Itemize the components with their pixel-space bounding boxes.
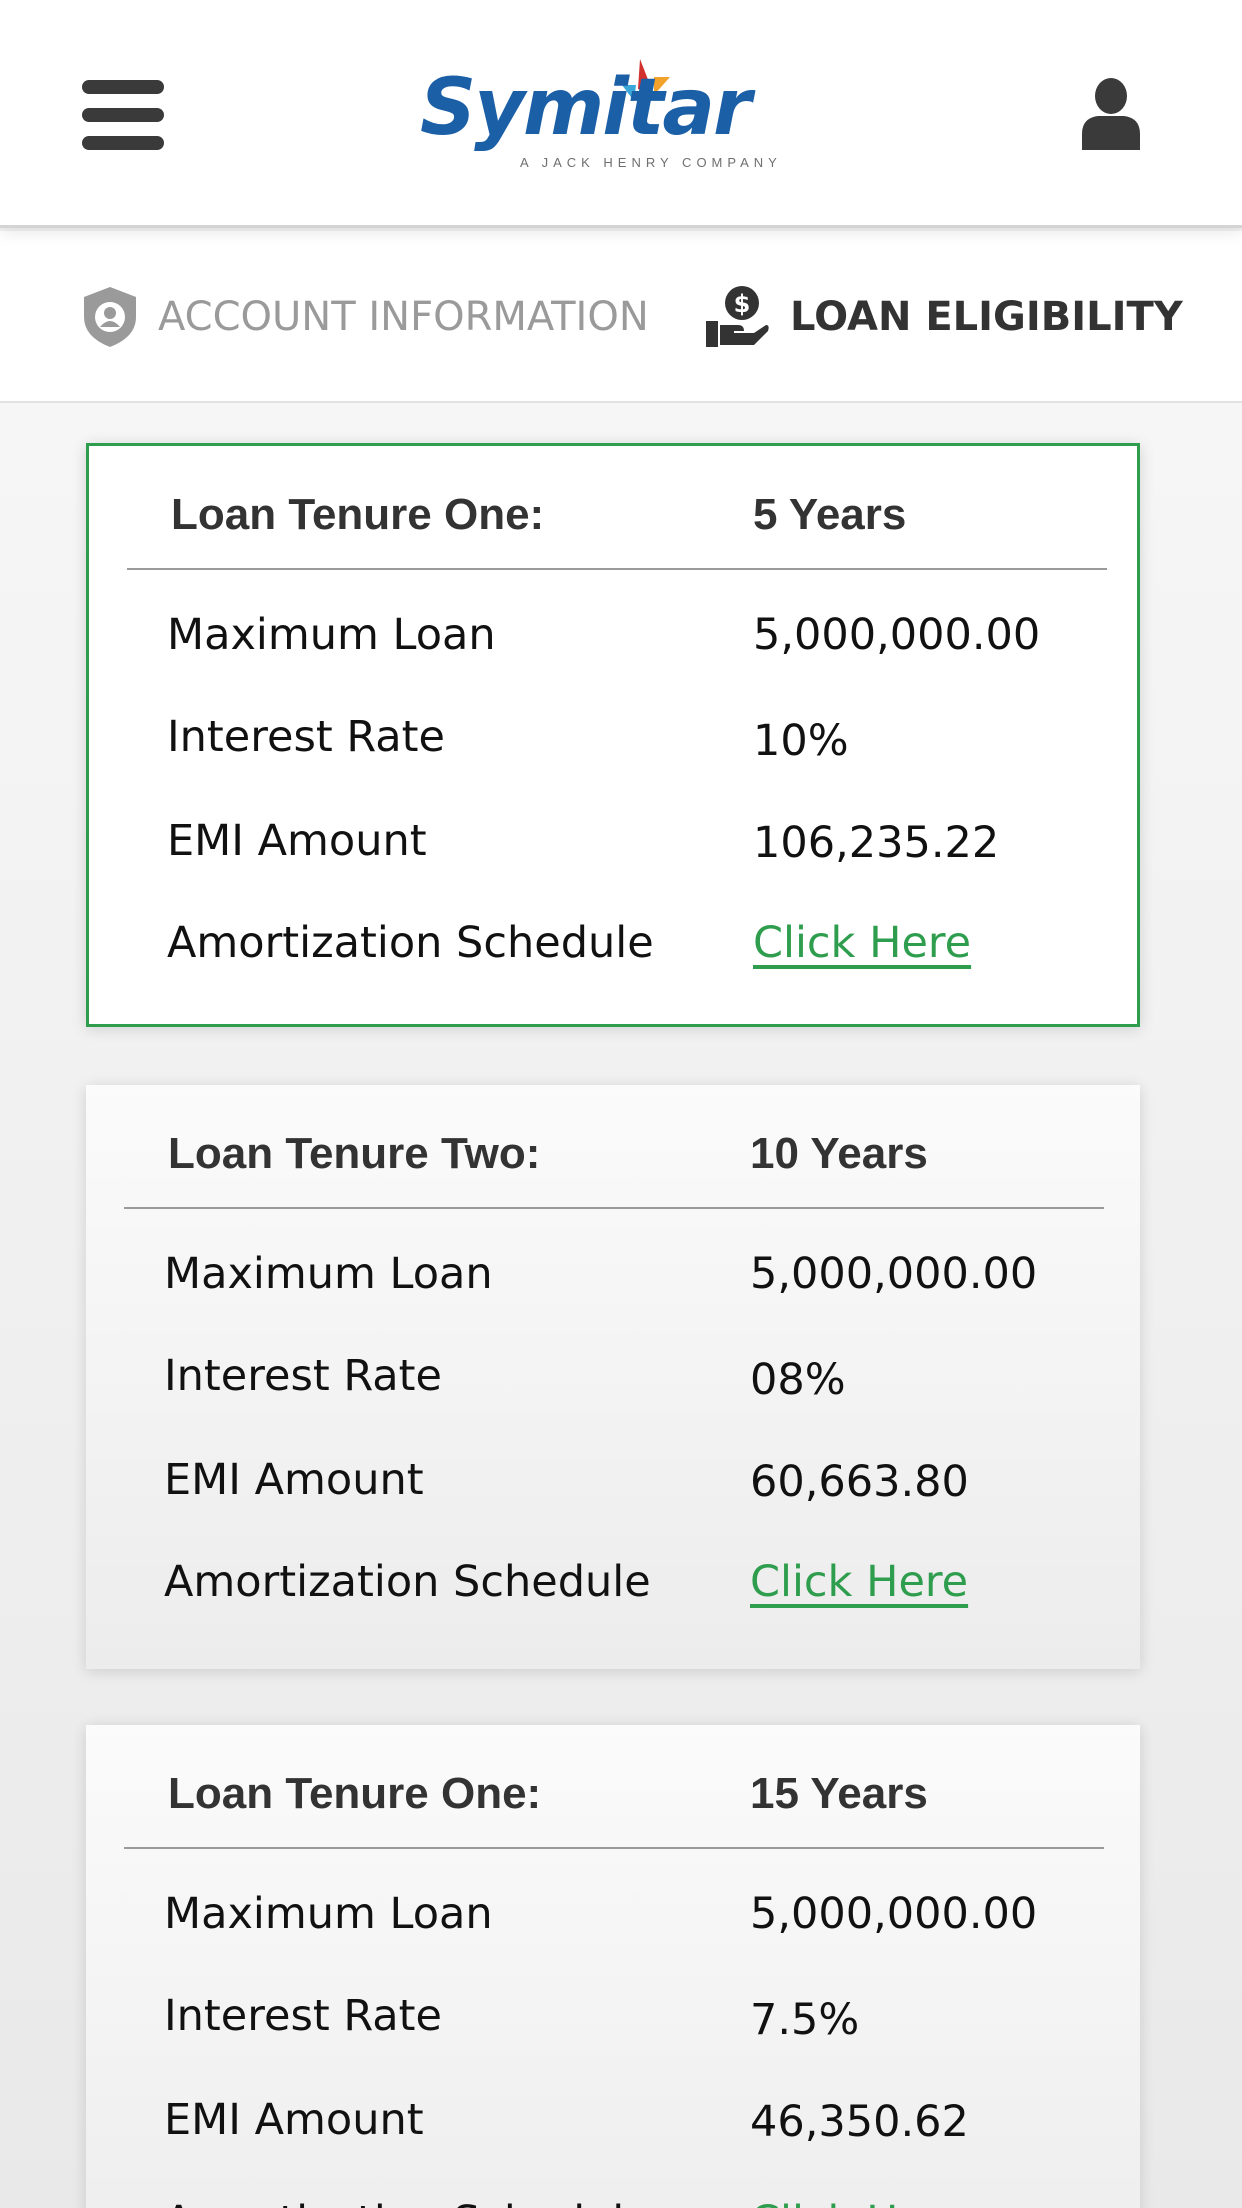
svg-text:$: $ xyxy=(734,290,751,318)
maximum-loan-value: 5,000,000.00 xyxy=(753,610,1041,660)
loan-card-header: Loan Tenure One: 5 Years xyxy=(127,446,1107,570)
tab-bar: ACCOUNT INFORMATION $ LOAN ELIGIBILITY xyxy=(0,231,1242,403)
loan-tenure-title: Loan Tenure Two: xyxy=(168,1129,541,1178)
loan-card[interactable]: Loan Tenure One: 15 Years Maximum Loan 5… xyxy=(86,1725,1140,2208)
logo-wordmark: Symitar xyxy=(420,63,751,153)
symitar-logo: Symitar A JACK HENRY COMPANY xyxy=(420,55,824,175)
loan-cards-area: Loan Tenure One: 5 Years Maximum Loan 5,… xyxy=(0,403,1242,2208)
loan-card[interactable]: Loan Tenure One: 5 Years Maximum Loan 5,… xyxy=(86,443,1140,1027)
maximum-loan-label: Maximum Loan xyxy=(164,1249,493,1299)
loan-tenure-years: 15 Years xyxy=(750,1769,928,1818)
maximum-loan-label: Maximum Loan xyxy=(167,610,496,660)
logo-tagline: A JACK HENRY COMPANY xyxy=(520,155,782,170)
maximum-loan-value: 5,000,000.00 xyxy=(750,1889,1038,1939)
amortization-schedule-label: Amortization Schedule xyxy=(167,918,654,968)
amortization-click-here-link[interactable]: Click Here xyxy=(750,1557,968,1607)
emi-amount-value: 60,663.80 xyxy=(750,1457,969,1507)
amortization-click-here-link[interactable]: Click Here xyxy=(753,918,971,968)
tab-loan-eligibility[interactable]: $ LOAN ELIGIBILITY xyxy=(704,231,1183,403)
tab-account-information-label: ACCOUNT INFORMATION xyxy=(158,294,649,340)
loan-card-header: Loan Tenure Two: 10 Years xyxy=(124,1085,1104,1209)
interest-rate-label: Interest Rate xyxy=(164,1991,442,2041)
shield-user-icon xyxy=(84,287,136,347)
loan-card-header: Loan Tenure One: 15 Years xyxy=(124,1725,1104,1849)
user-profile-icon[interactable] xyxy=(1080,78,1142,150)
emi-amount-value: 46,350.62 xyxy=(750,2097,969,2147)
hand-money-icon: $ xyxy=(706,286,769,347)
tab-loan-eligibility-label: LOAN ELIGIBILITY xyxy=(790,294,1183,340)
interest-rate-label: Interest Rate xyxy=(167,712,445,762)
interest-rate-label: Interest Rate xyxy=(164,1351,442,1401)
emi-amount-label: EMI Amount xyxy=(164,2095,424,2145)
emi-amount-label: EMI Amount xyxy=(164,1455,424,1505)
emi-amount-value: 106,235.22 xyxy=(753,818,1000,868)
emi-amount-label: EMI Amount xyxy=(167,816,427,866)
loan-tenure-title: Loan Tenure One: xyxy=(168,1769,542,1818)
tab-account-information[interactable]: ACCOUNT INFORMATION xyxy=(82,231,649,403)
amortization-schedule-label: Amortization Schedule xyxy=(164,2197,651,2208)
amortization-click-here-link[interactable]: Click Here xyxy=(750,2197,968,2208)
interest-rate-value: 7.5% xyxy=(750,1995,860,2045)
loan-tenure-years: 10 Years xyxy=(750,1129,928,1178)
loan-tenure-title: Loan Tenure One: xyxy=(171,490,545,539)
amortization-schedule-label: Amortization Schedule xyxy=(164,1557,651,1607)
maximum-loan-label: Maximum Loan xyxy=(164,1889,493,1939)
maximum-loan-value: 5,000,000.00 xyxy=(750,1249,1038,1299)
app-header: Symitar A JACK HENRY COMPANY xyxy=(0,0,1242,228)
loan-tenure-years: 5 Years xyxy=(753,490,907,539)
interest-rate-value: 10% xyxy=(753,716,849,766)
interest-rate-value: 08% xyxy=(750,1355,846,1405)
hamburger-menu-icon[interactable] xyxy=(82,80,164,150)
loan-card[interactable]: Loan Tenure Two: 10 Years Maximum Loan 5… xyxy=(86,1085,1140,1669)
